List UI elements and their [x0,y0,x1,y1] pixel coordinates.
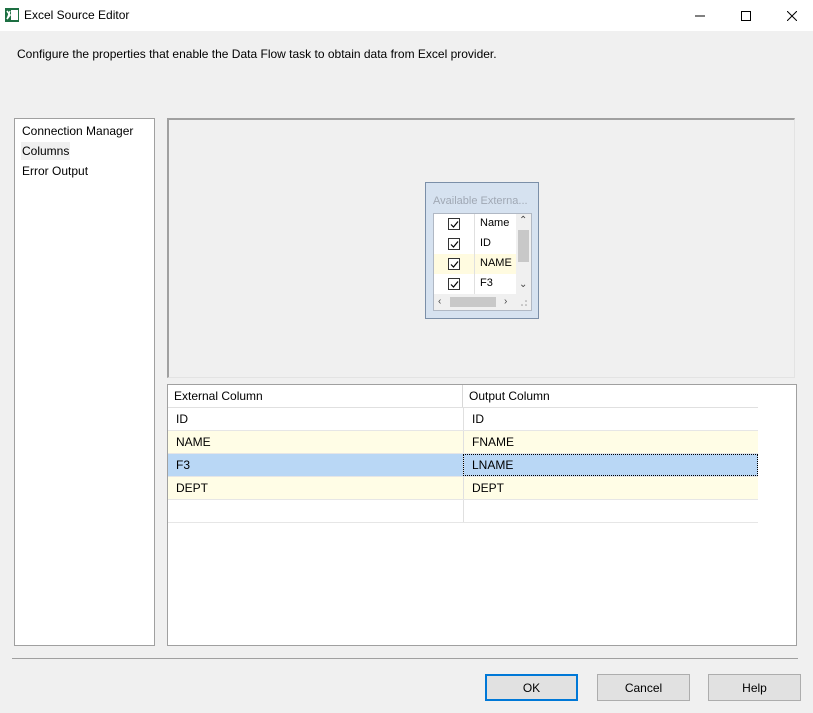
nav-item-columns[interactable]: Columns [21,142,71,160]
column-checkbox[interactable] [448,258,460,270]
available-column-row[interactable]: F3 [434,274,516,294]
external-column-cell[interactable] [168,500,462,522]
column-name: ID [480,237,491,249]
column-checkbox[interactable] [448,278,460,290]
resize-grip-icon[interactable] [520,299,528,307]
minimize-icon [695,15,705,16]
column-name: NAME [480,257,512,269]
external-column-cell[interactable]: NAME [168,431,462,453]
available-columns-title: Available Externa... [433,195,528,207]
available-columns-header: Name [434,214,516,234]
scroll-right-icon[interactable]: › [504,297,507,307]
column-name: F3 [480,277,493,289]
external-column-header[interactable]: External Column [168,385,462,407]
cancel-button[interactable]: Cancel [597,674,690,701]
column-separator [474,234,475,254]
nav-item-connection-manager[interactable]: Connection Manager [21,122,134,140]
check-icon [450,241,459,248]
scroll-up-icon[interactable]: ⌃ [519,216,527,226]
horizontal-scroll-thumb[interactable] [450,297,496,307]
column-separator [474,214,475,234]
close-button[interactable] [769,0,813,31]
ok-button[interactable]: OK [485,674,578,701]
table-row[interactable]: DEPT DEPT [168,477,758,500]
output-column-cell[interactable]: LNAME [463,454,758,476]
available-columns-list: Name ID NAME F3 ⌃ ⌄ ‹ › [433,213,532,311]
output-column-cell[interactable]: FNAME [463,431,758,453]
table-row[interactable]: ID ID [168,408,758,431]
title-bar: Excel Source Editor [0,0,813,31]
minimize-button[interactable] [677,0,723,31]
excel-icon [5,8,19,22]
close-icon [787,10,797,21]
grid-header: External Column Output Column [168,385,758,408]
output-column-header[interactable]: Output Column [463,385,758,407]
column-separator [474,274,475,294]
page-description: Configure the properties that enable the… [17,47,497,61]
page-nav: Connection Manager Columns Error Output [14,118,155,646]
external-column-cell[interactable]: ID [168,408,462,430]
check-icon [450,281,459,288]
table-row[interactable]: F3 LNAME [168,454,758,477]
output-column-cell[interactable]: ID [463,408,758,430]
window-title: Excel Source Editor [24,8,130,22]
horizontal-scrollbar[interactable]: ‹ › [434,294,531,310]
scroll-down-icon[interactable]: ⌄ [519,280,527,290]
maximize-icon [741,10,751,21]
column-checkbox[interactable] [448,238,460,250]
check-icon [450,261,459,268]
column-mapping-grid: External Column Output Column ID ID NAME… [167,384,797,646]
scroll-left-icon[interactable]: ‹ [438,297,441,307]
column-separator [474,254,475,274]
output-column-cell[interactable] [463,500,758,522]
external-column-cell[interactable]: F3 [168,454,462,476]
available-column-row[interactable]: ID [434,234,516,254]
external-column-cell[interactable]: DEPT [168,477,462,499]
vertical-scrollbar[interactable]: ⌃ ⌄ [516,214,531,294]
select-all-checkbox[interactable] [448,218,460,230]
available-column-row[interactable]: NAME [434,254,516,274]
table-row-empty[interactable] [168,500,758,523]
footer-divider [12,658,798,659]
help-button[interactable]: Help [708,674,801,701]
maximize-button[interactable] [723,0,769,31]
name-column-header: Name [480,217,510,229]
nav-item-error-output[interactable]: Error Output [21,162,89,180]
available-columns-box[interactable]: Available Externa... Name ID NAME F3 ⌃ ⌄… [425,182,539,319]
table-row[interactable]: NAME FNAME [168,431,758,454]
check-icon [450,221,459,228]
output-column-cell[interactable]: DEPT [463,477,758,499]
vertical-scroll-thumb[interactable] [518,230,529,262]
